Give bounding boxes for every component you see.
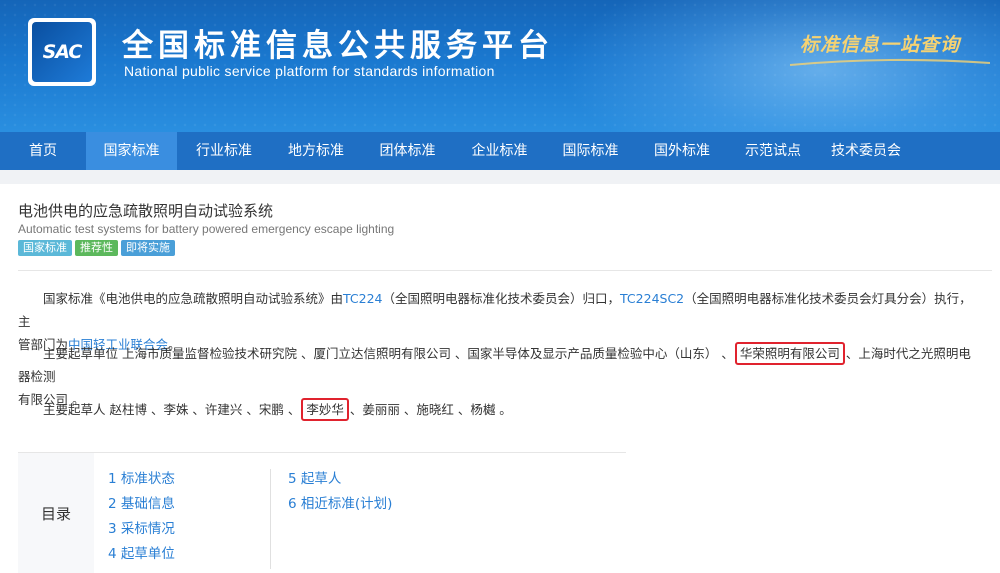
divider (18, 270, 992, 271)
nav-item-enterprise-standards[interactable]: 企业标准 (454, 132, 545, 170)
toc-label: 目录 (40, 504, 71, 523)
slogan: 标准信息一站查询 (800, 34, 961, 56)
link-tc224sc2[interactable]: TC224SC2 (620, 291, 684, 306)
highlight-box-drafter: 李妙华 (301, 398, 349, 421)
standard-english-title: Automatic test systems for battery power… (18, 222, 395, 236)
sac-logo[interactable]: SAC (28, 18, 96, 86)
nav-item-international-standards[interactable]: 国际标准 (545, 132, 636, 170)
toc-item-adoption[interactable]: 3 采标情况 (108, 517, 175, 542)
toc-column-divider (270, 469, 271, 569)
toc-item-drafters[interactable]: 5 起草人 (288, 467, 392, 492)
link-tc224[interactable]: TC224 (343, 291, 383, 306)
table-of-contents: 目录 1 标准状态 2 基础信息 3 采标情况 4 起草单位 5 起草人 6 相… (18, 453, 626, 573)
tag-national-standard: 国家标准 (18, 240, 72, 256)
description-paragraph-drafters: 主要起草人 赵柱博 、李姝 、许建兴 、宋鹏 、李妙华 、姜丽丽 、施晓红 、杨樾… (18, 398, 978, 421)
toc-item-drafting-units[interactable]: 4 起草单位 (108, 542, 175, 567)
sac-logo-text: SAC (32, 22, 92, 82)
nav-item-industry-standards[interactable]: 行业标准 (177, 132, 271, 170)
main-nav: 首页 国家标准 行业标准 地方标准 团体标准 企业标准 国际标准 国外标准 示范… (0, 132, 1000, 170)
toc-item-standard-status[interactable]: 1 标准状态 (108, 467, 175, 492)
nav-item-technical-committees[interactable]: 技术委员会 (818, 132, 914, 170)
nav-item-national-standards[interactable]: 国家标准 (86, 132, 177, 170)
nav-item-home[interactable]: 首页 (0, 132, 86, 170)
site-title: 全国标准信息公共服务平台 (122, 28, 554, 64)
slogan-swoosh-icon (790, 58, 990, 66)
nav-spacer (0, 170, 1000, 184)
nav-item-local-standards[interactable]: 地方标准 (271, 132, 361, 170)
nav-item-pilot-demo[interactable]: 示范试点 (728, 132, 818, 170)
standard-title: 电池供电的应急疏散照明自动试验系统 (18, 202, 274, 220)
standard-tags: 国家标准 推荐性 即将实施 (18, 240, 175, 256)
tag-upcoming: 即将实施 (121, 240, 175, 256)
toc-label-box: 目录 (18, 453, 94, 573)
site-subtitle: National public service platform for sta… (124, 63, 495, 79)
toc-column-left: 1 标准状态 2 基础信息 3 采标情况 4 起草单位 (108, 467, 175, 567)
nav-item-foreign-standards[interactable]: 国外标准 (636, 132, 728, 170)
highlight-box-drafting-unit: 华荣照明有限公司 (734, 342, 845, 365)
toc-column-right: 5 起草人 6 相近标准(计划) (288, 467, 392, 517)
toc-item-similar-standards[interactable]: 6 相近标准(计划) (288, 492, 392, 517)
tag-recommended: 推荐性 (75, 240, 118, 256)
toc-item-basic-info[interactable]: 2 基础信息 (108, 492, 175, 517)
header-banner: SAC 全国标准信息公共服务平台 National public service… (0, 0, 1000, 132)
nav-item-group-standards[interactable]: 团体标准 (361, 132, 454, 170)
